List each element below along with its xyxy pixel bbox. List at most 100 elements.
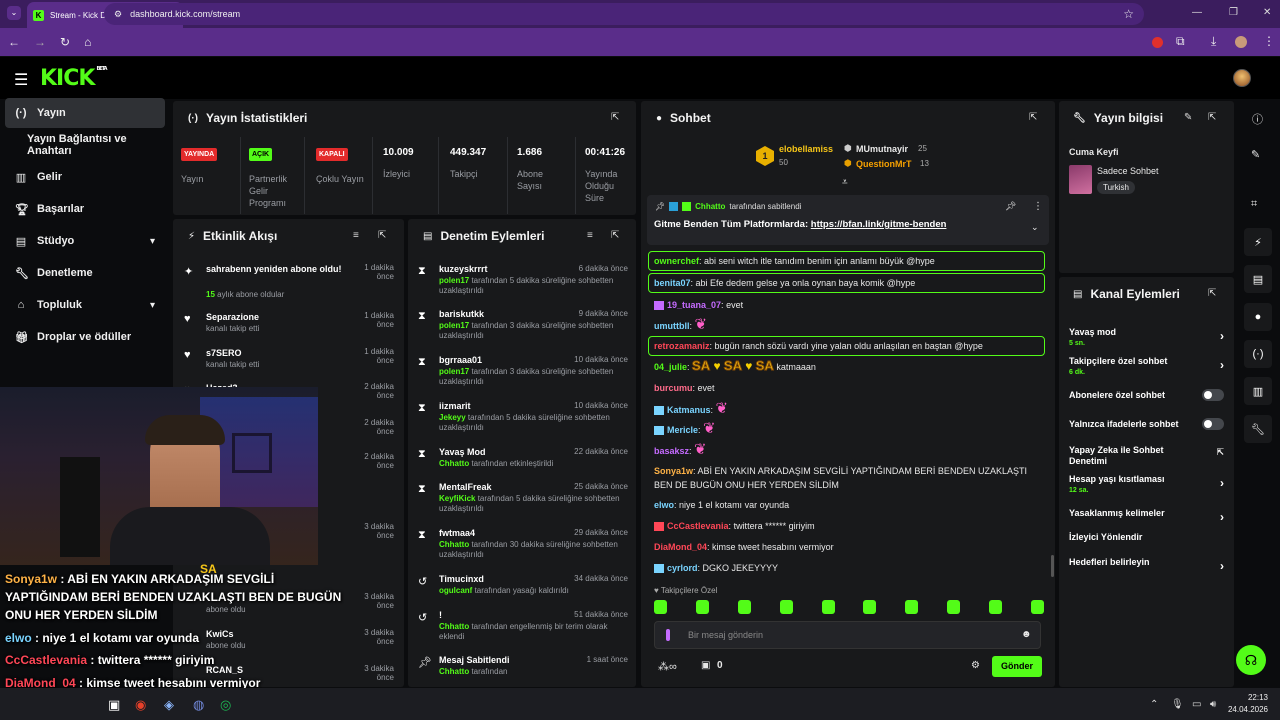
chat-username[interactable]: retrozamaniz xyxy=(654,341,710,351)
sidebar-item-droplar[interactable]: 🎁︎ Droplar ve ödüller xyxy=(5,322,165,352)
emoji-icon[interactable]: ☻ xyxy=(1021,629,1032,640)
emote-icon[interactable] xyxy=(695,600,709,614)
channel-action-2[interactable]: Abonelere özel sohbet xyxy=(1069,389,1224,412)
sidebar-item-basarilar[interactable]: 🏆︎ Başarılar xyxy=(5,194,165,224)
emote-icon[interactable] xyxy=(654,600,667,614)
back-icon[interactable]: ← xyxy=(8,35,20,49)
edit-pencil-icon[interactable]: ✎ xyxy=(1184,112,1192,123)
edit-pencil-icon[interactable]: ✎ xyxy=(1251,148,1260,161)
moderator-name[interactable]: Jekeyy xyxy=(439,413,466,422)
chevron-down-icon[interactable]: ⌄ xyxy=(1031,222,1039,233)
taskbar-chrome-icon[interactable]: ◉ xyxy=(135,697,146,713)
tray-chevron-icon[interactable]: ⌃ xyxy=(1150,699,1158,710)
chat-username[interactable]: Mericle xyxy=(667,425,698,435)
hamburger-menu-icon[interactable]: ☰ xyxy=(14,70,28,90)
moderator-name[interactable]: ogulcanf xyxy=(439,586,472,595)
moderator-name[interactable]: polen17 xyxy=(439,321,469,330)
emote-icon[interactable] xyxy=(1030,600,1044,614)
support-headset-icon[interactable]: ☊ xyxy=(1236,645,1266,675)
taskbar-discord-icon[interactable]: ◍ xyxy=(193,697,204,713)
sidebar-item-stream-key[interactable]: Yayın Bağlantısı ve Anahtarı xyxy=(5,130,165,160)
settings-gear-icon[interactable]: ⚙ xyxy=(971,660,980,671)
moderator-name[interactable]: KeyfiKick xyxy=(439,494,475,503)
user-avatar[interactable] xyxy=(1233,69,1251,87)
emote-icon[interactable] xyxy=(863,600,877,614)
pinned-link[interactable]: https://bfan.link/gitme-benden xyxy=(811,219,947,230)
moderation-target[interactable]: fwtmaa4 xyxy=(439,528,475,538)
rail-channel-actions-icon[interactable]: ▥ xyxy=(1244,377,1272,405)
emote-icon[interactable] xyxy=(947,600,961,614)
channel-action-5[interactable]: Hesap yaşı kısıtlaması 12 sa. › xyxy=(1069,474,1224,496)
bookmark-star-icon[interactable]: ☆ xyxy=(1123,7,1134,21)
volume-icon[interactable]: 🔊︎ xyxy=(1210,699,1216,710)
send-button[interactable]: Gönder xyxy=(992,656,1042,677)
microphone-icon[interactable]: 🎙︎ xyxy=(1171,699,1184,710)
sidebar-item-denetleme[interactable]: 🔧︎ Denetleme xyxy=(5,258,165,288)
popout-icon[interactable]: ⇱ xyxy=(1208,112,1216,123)
chat-username[interactable]: burcumu xyxy=(654,383,693,393)
filter-icon[interactable]: ≡ xyxy=(353,230,359,241)
home-icon[interactable]: ⌂ xyxy=(84,35,91,49)
rail-activity-icon[interactable]: ⚡︎ xyxy=(1244,228,1272,256)
taskbar-steam-icon[interactable]: ◈ xyxy=(164,697,174,713)
top-gifter-name[interactable]: elobellamiss xyxy=(779,144,833,154)
sidebar-item-studyo[interactable]: ▤ Stüdyo ▾ xyxy=(5,226,165,256)
url-field[interactable]: ⚙ dashboard.kick.com/stream ☆ xyxy=(104,3,1144,25)
activity-name[interactable]: RCAN_S xyxy=(206,664,346,676)
reload-icon[interactable]: ↻ xyxy=(60,35,70,49)
chat-username[interactable]: CcCastlevania xyxy=(667,521,729,531)
sidebar-item-gelir[interactable]: ▥ Gelir xyxy=(5,162,165,192)
rail-stream-info-icon[interactable]: 🔧︎ xyxy=(1244,415,1272,443)
channel-action-3[interactable]: Yalnızca ifadelerle sohbet xyxy=(1069,418,1224,441)
popout-icon[interactable]: ⇱ xyxy=(1208,288,1216,299)
moderation-target[interactable]: bariskutkk xyxy=(439,309,484,319)
profile-icon[interactable] xyxy=(1235,36,1247,48)
moderation-target[interactable]: Timucinxd xyxy=(439,574,484,584)
kick-logo[interactable]: KICK BETA xyxy=(40,66,108,91)
emote-icon[interactable] xyxy=(989,600,1002,614)
chat-username[interactable]: 04_julie xyxy=(654,362,687,372)
points-icon[interactable]: ⁂∞ xyxy=(658,660,677,673)
focus-icon[interactable]: ⌗ xyxy=(1251,198,1257,211)
toggle-switch[interactable] xyxy=(1202,418,1224,430)
channel-action-4[interactable]: Yapay Zeka ile Sohbet Denetimi ⇱ xyxy=(1069,445,1224,467)
moderation-target[interactable]: Yavaş Mod xyxy=(439,447,486,457)
taskbar-app-icon[interactable]: ▣ xyxy=(108,697,120,713)
emote-icon[interactable] xyxy=(905,600,919,614)
channel-action-8[interactable]: Hedefleri belirleyin › xyxy=(1069,557,1224,579)
chat-username[interactable]: 19_tuana_07 xyxy=(667,300,721,310)
info-icon[interactable]: ⓘ xyxy=(1252,111,1263,127)
network-icon[interactable]: ▭ xyxy=(1192,699,1201,710)
sidebar-item-topluluk[interactable]: ⌂ Topluluk ▾ xyxy=(5,290,165,320)
maximize-icon[interactable]: ❐ xyxy=(1229,7,1238,18)
emote-icon[interactable] xyxy=(737,600,751,614)
toggle-switch[interactable] xyxy=(1202,389,1224,401)
extensions-puzzle-icon[interactable]: ⧉ xyxy=(1176,34,1185,49)
expand-leaderboard-icon[interactable]: ⩡ xyxy=(842,177,848,188)
category-name[interactable]: Sadece Sohbet xyxy=(1097,166,1159,176)
download-icon[interactable]: ⤓ xyxy=(1211,34,1216,49)
more-options-icon[interactable]: ⋮ xyxy=(1033,201,1043,212)
rail-stats-icon[interactable]: (·) xyxy=(1244,340,1272,368)
popout-icon[interactable]: ⇱ xyxy=(1029,112,1037,123)
moderator-name[interactable]: Chhatto xyxy=(439,622,469,631)
forward-icon[interactable]: → xyxy=(34,35,46,49)
chat-scrollbar[interactable] xyxy=(1051,555,1054,577)
chat-identity-icon[interactable] xyxy=(666,629,670,641)
moderation-target[interactable]: ! xyxy=(439,610,442,620)
moderation-target[interactable]: iizmarit xyxy=(439,401,471,411)
chat-username[interactable]: DiaMond_04 xyxy=(654,542,707,552)
extension-icon[interactable] xyxy=(1152,37,1163,48)
channel-action-7[interactable]: İzleyici Yönlendir xyxy=(1069,532,1224,554)
moderation-target[interactable]: kuzeyskrrrt xyxy=(439,264,488,274)
moderator-name[interactable]: polen17 xyxy=(439,367,469,376)
channel-action-0[interactable]: Yavaş mod 5 sn. › xyxy=(1069,327,1224,349)
chat-username[interactable]: Sonya1w xyxy=(654,466,693,476)
browser-menu-icon[interactable]: ⋮ xyxy=(1263,34,1275,48)
tab-search-icon[interactable]: ⌄ xyxy=(7,6,21,20)
moderator-name[interactable]: polen17 xyxy=(439,276,469,285)
popout-icon[interactable]: ⇱ xyxy=(611,112,619,123)
gifter-name[interactable]: MUmutnayir xyxy=(856,144,908,154)
chat-username[interactable]: basaksz xyxy=(654,446,689,456)
chat-username[interactable]: elwo xyxy=(654,500,674,510)
